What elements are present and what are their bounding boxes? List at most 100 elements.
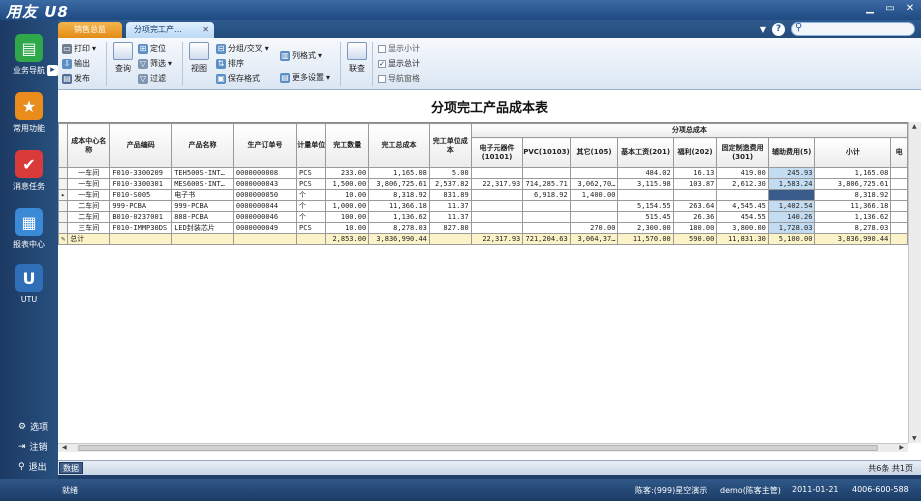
- status-date: 2011-01-21: [792, 485, 839, 494]
- toolbar-divider: [182, 42, 183, 86]
- save-format-button[interactable]: ▣ 保存格式: [216, 73, 260, 84]
- sidebar-item-utu[interactable]: U UTU: [0, 264, 58, 304]
- col-header-elec[interactable]: 电子元器件(10101): [470, 137, 524, 168]
- search-input[interactable]: ⚲: [791, 22, 915, 36]
- book-icon: ▤: [15, 34, 43, 62]
- filter2-button[interactable]: ▽ 过滤: [138, 73, 166, 84]
- scroll-left-icon[interactable]: ◀: [62, 444, 67, 451]
- checkbox: [378, 44, 386, 53]
- row-marker-header: [58, 123, 69, 168]
- col-header-welfare[interactable]: 福利(202): [672, 137, 718, 168]
- group-cross-button[interactable]: ⊟ 分组/交叉 ▾: [216, 43, 269, 54]
- publish-button[interactable]: ▤ 发布: [62, 73, 90, 84]
- table-row[interactable]: 一车间 F010-3300209 TEH500S-INT… 0000000008…: [58, 167, 908, 179]
- data-tab[interactable]: 数据: [59, 462, 83, 474]
- locate-icon: ⊞: [138, 43, 148, 54]
- show-total-checkbox[interactable]: ✓ 显示总计: [378, 58, 420, 69]
- scroll-up-icon[interactable]: ▲: [912, 123, 917, 130]
- col-header-extra[interactable]: 电: [890, 137, 908, 168]
- col-header-order[interactable]: 生产订单号: [232, 123, 298, 168]
- status-bar: 就绪 陈客:(999)星空演示 demo(陈客主管) 2011-01-21 40…: [0, 479, 921, 501]
- sidebar-item-label: UTU: [20, 295, 38, 304]
- col-header-unit[interactable]: 计量单位: [296, 123, 327, 168]
- scroll-down-icon[interactable]: ▼: [912, 435, 917, 442]
- sidebar-item-common-functions[interactable]: ★ 常用功能: [0, 92, 58, 134]
- col-header-unit-cost[interactable]: 完工单位成本: [428, 123, 472, 168]
- sort-button[interactable]: ⇅ 排序: [216, 58, 244, 69]
- chevron-down-icon[interactable]: ▼: [760, 25, 766, 34]
- show-subtotal-checkbox[interactable]: 显示小计: [378, 43, 420, 54]
- vertical-scrollbar[interactable]: ▲ ▼: [908, 122, 921, 443]
- sidebar-item-report-center[interactable]: ▦ 报表中心: [0, 208, 58, 250]
- top-tools: ▼ ? ⚲: [760, 22, 915, 36]
- current-row-icon: ▸: [58, 189, 69, 201]
- report-title: 分项完工产品成本表: [430, 101, 548, 116]
- link-query-button[interactable]: 联查: [346, 42, 368, 74]
- view-button[interactable]: 视图: [188, 42, 210, 74]
- col-header-other[interactable]: 其它(105): [569, 137, 619, 168]
- table-row[interactable]: ▸ 一车间 F010-S005 电子书 0000000050 个 10.00 8…: [58, 189, 908, 201]
- sidebar-item-label: 消息任务: [13, 182, 45, 191]
- funnel-icon: ▽: [138, 73, 148, 84]
- exit-button[interactable]: ⚲ 退出: [0, 460, 58, 474]
- window-controls: ▁ ▭ ✕: [863, 2, 917, 16]
- chevron-down-icon: ▾: [326, 73, 331, 82]
- col-header-pvc[interactable]: PVC(10103): [522, 137, 571, 168]
- star-icon: ★: [15, 92, 43, 120]
- app-logo: 用友 U8: [6, 3, 69, 21]
- column-format-button[interactable]: ▥ 列格式 ▾: [280, 50, 322, 61]
- gear-icon: ⚙: [18, 421, 27, 432]
- table-row[interactable]: 二车间 999-PCBA 999-PCBA 0000000044 个 1,000…: [58, 200, 908, 212]
- report-icon: ▦: [15, 208, 43, 236]
- more-settings-button[interactable]: ▤ 更多设置 ▾: [280, 72, 330, 83]
- col-header-qty[interactable]: 完工数量: [325, 123, 370, 168]
- logout-button[interactable]: ⇥ 注销: [0, 440, 58, 454]
- query-button[interactable]: 查询: [112, 42, 134, 74]
- table-row[interactable]: 一车间 F010-3300301 MES600S-INT… 0000000043…: [58, 178, 908, 190]
- close-window-button[interactable]: ✕: [903, 2, 917, 16]
- col-header-aux[interactable]: 辅助费用(5): [767, 137, 816, 168]
- col-header-subtotal[interactable]: 小计: [814, 137, 892, 168]
- col-header-code[interactable]: 产品编码: [109, 123, 173, 168]
- nav-window-checkbox[interactable]: 导航窗格: [378, 73, 420, 84]
- horizontal-scrollbar[interactable]: ◀ ▶: [58, 443, 908, 452]
- options-button[interactable]: ⚙ 选项: [0, 420, 58, 434]
- col-header-wage[interactable]: 基本工资(201): [617, 137, 674, 168]
- col-header-center[interactable]: 成本中心名称: [67, 123, 111, 168]
- output-button[interactable]: ⇩ 输出: [62, 58, 90, 69]
- expand-icon[interactable]: ▸: [47, 65, 58, 76]
- minimize-button[interactable]: ▁: [863, 2, 877, 16]
- checkbox: [378, 74, 386, 83]
- table-row[interactable]: 三车间 F010-IMMP30DS LED封装芯片 0000000049 PCS…: [58, 222, 908, 234]
- total-row[interactable]: ✎ 总计 2,853.00 3,836,990.44 22,317.93 721…: [58, 233, 908, 245]
- help-icon[interactable]: ?: [772, 22, 785, 36]
- toolbar-divider: [106, 42, 107, 86]
- col-header-fixed[interactable]: 固定制造费用(301): [716, 137, 769, 168]
- printer-icon: ▭: [62, 43, 72, 54]
- utu-icon: U: [15, 264, 43, 292]
- print-button[interactable]: ▭ 打印 ▾: [62, 43, 96, 54]
- output-icon: ⇩: [62, 58, 72, 69]
- col-header-name[interactable]: 产品名称: [171, 123, 234, 168]
- task-icon: ✔: [15, 150, 43, 178]
- page-info: 共6条 共1页: [868, 464, 913, 473]
- chevron-down-icon: ▾: [92, 44, 97, 53]
- tab-cost-report[interactable]: 分项完工产… ✕: [126, 22, 214, 38]
- col-header-total-cost[interactable]: 完工总成本: [368, 123, 430, 168]
- filter-button[interactable]: ▽ 筛选 ▾: [138, 58, 172, 69]
- chevron-down-icon: ▾: [264, 44, 269, 53]
- maximize-button[interactable]: ▭: [883, 2, 897, 16]
- column-icon: ▥: [280, 50, 290, 61]
- close-icon[interactable]: ✕: [202, 22, 209, 38]
- scroll-thumb[interactable]: [78, 445, 878, 451]
- selected-cell[interactable]: [767, 189, 816, 201]
- table-row[interactable]: 二车间 B010-0237001 888-PCBA 0000000046 个 1…: [58, 211, 908, 223]
- save-icon: ▣: [216, 73, 226, 84]
- exit-icon: ⚲: [18, 461, 25, 472]
- logout-icon: ⇥: [18, 441, 26, 452]
- search-icon: ⚲: [795, 22, 803, 33]
- sidebar-item-messages[interactable]: ✔ 消息任务: [0, 150, 58, 192]
- tab-sales-director[interactable]: 销售总监: [58, 22, 122, 38]
- scroll-right-icon[interactable]: ▶: [899, 444, 904, 451]
- locate-button[interactable]: ⊞ 定位: [138, 43, 166, 54]
